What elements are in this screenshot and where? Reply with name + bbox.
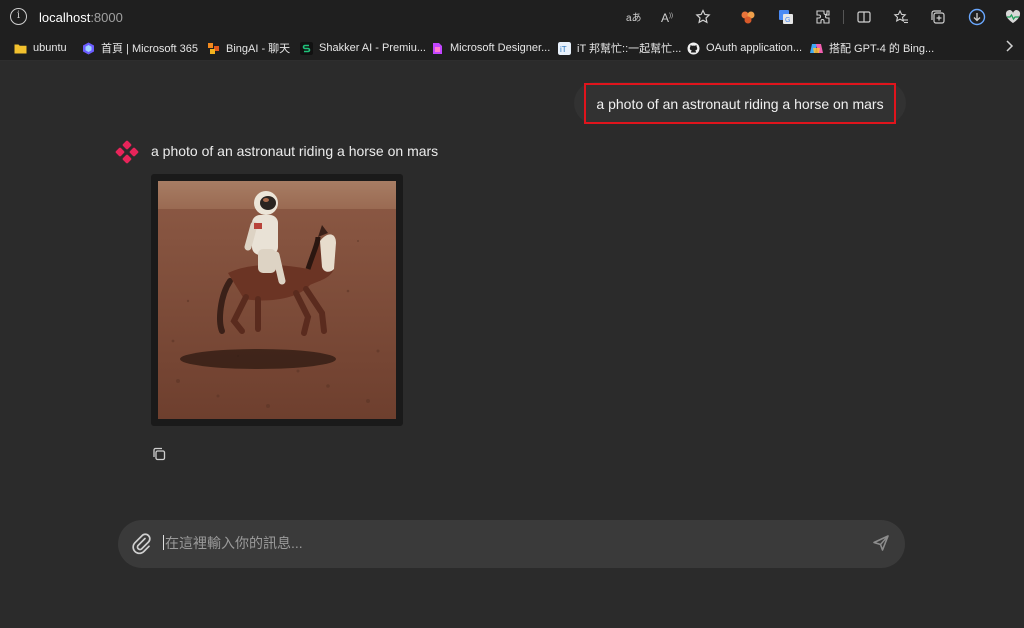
favorite-star-icon[interactable] — [692, 6, 714, 28]
bookmark-bingai[interactable]: BingAI - 聊天 — [207, 40, 290, 56]
url-host: localhost — [39, 10, 91, 25]
bookmark-microsoft-designer[interactable]: Microsoft Designer... — [431, 40, 550, 56]
generated-image-card[interactable] — [151, 174, 403, 426]
translate-icon[interactable]: G — [775, 6, 797, 28]
bookmark-ithome[interactable]: iT iT 邦幫忙::一起幫忙... — [558, 40, 681, 56]
user-message-text: a photo of an astronaut riding a horse o… — [584, 83, 896, 124]
bookmarks-bar: ubuntu 首頁 | Microsoft 365 BingAI - 聊天 Sh… — [0, 34, 1024, 61]
bookmark-label: BingAI - 聊天 — [226, 43, 291, 55]
text-caret — [163, 535, 164, 550]
svg-text:iT: iT — [560, 45, 567, 54]
text-size-icon[interactable]: A)) — [657, 6, 679, 28]
copilot-extension-icon[interactable] — [737, 6, 759, 28]
bookmark-label: 搭配 GPT-4 的 Bing... — [829, 43, 935, 55]
favorites-icon[interactable] — [890, 6, 912, 28]
copy-icon[interactable] — [151, 446, 167, 462]
bookmark-oauth[interactable]: OAuth application... — [687, 40, 802, 56]
microsoft-365-icon — [83, 42, 94, 54]
message-input[interactable] — [165, 531, 855, 555]
bookmark-label: iT 邦幫忙::一起幫忙... — [577, 43, 682, 55]
url-field[interactable]: localhost:8000 — [39, 10, 123, 25]
url-port: :8000 — [90, 10, 123, 25]
downloads-icon[interactable] — [966, 6, 988, 28]
paperclip-icon[interactable] — [130, 531, 152, 555]
read-aloud-icon[interactable]: aあ — [623, 6, 645, 28]
bot-message-text: a photo of an astronaut riding a horse o… — [151, 143, 439, 159]
bookmark-label: Shakker AI - Premiu... — [319, 42, 426, 54]
bookmark-microsoft-365[interactable]: 首頁 | Microsoft 365 — [82, 40, 198, 56]
bookmark-label: OAuth application... — [706, 42, 803, 54]
split-screen-icon[interactable] — [853, 6, 875, 28]
github-icon — [687, 42, 700, 54]
bookmark-bing-gpt4[interactable]: 搭配 GPT-4 的 Bing... — [810, 40, 934, 56]
heart-health-icon[interactable] — [1002, 6, 1024, 28]
send-icon[interactable] — [872, 534, 890, 552]
bookmark-label: Microsoft Designer... — [450, 42, 551, 54]
bookmark-shakker-ai[interactable]: Shakker AI - Premiu... — [300, 40, 426, 56]
folder-icon — [14, 44, 27, 53]
ithome-icon: iT — [558, 41, 571, 55]
copilot-icon — [810, 43, 823, 53]
bookmark-ubuntu[interactable]: ubuntu — [14, 40, 67, 56]
shakker-ai-icon — [300, 41, 313, 55]
chevron-right-icon[interactable] — [1004, 39, 1014, 56]
collections-icon[interactable] — [927, 6, 949, 28]
bot-avatar-icon — [115, 140, 139, 164]
svg-text:G: G — [785, 17, 790, 24]
generated-image — [158, 181, 396, 419]
browser-address-bar: i localhost:8000 aあ A)) G — [0, 0, 1024, 34]
extensions-icon[interactable] — [812, 6, 834, 28]
toolbar-divider — [843, 10, 844, 24]
bookmark-label: 首頁 | Microsoft 365 — [101, 43, 198, 55]
microsoft-designer-icon — [433, 42, 442, 54]
site-info-icon[interactable]: i — [10, 8, 27, 25]
bingai-icon — [208, 42, 219, 54]
svg-text:A: A — [661, 11, 669, 24]
svg-text:)): )) — [669, 13, 673, 19]
bookmark-label: ubuntu — [33, 42, 67, 54]
svg-text:aあ: aあ — [626, 12, 642, 24]
